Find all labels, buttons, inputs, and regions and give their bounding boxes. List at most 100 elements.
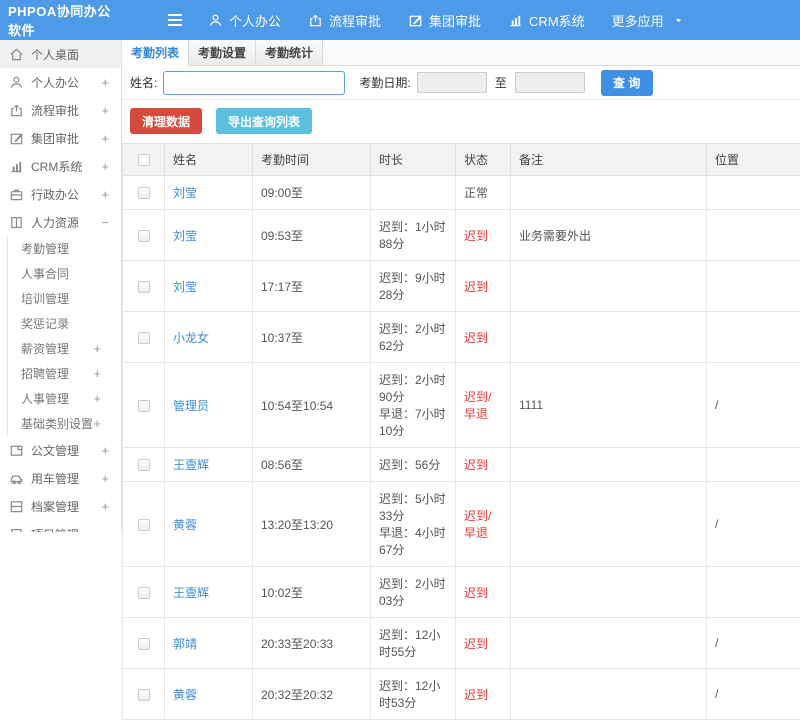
col-header-status: 状态 — [456, 144, 511, 176]
tab-attendance-stats[interactable]: 考勤统计 — [256, 40, 323, 66]
sidebar-item[interactable]: 个人桌面 — [0, 40, 121, 68]
menu-icon[interactable] — [166, 12, 184, 28]
sidebar-item[interactable]: 用车管理+ — [0, 464, 121, 492]
select-all-checkbox[interactable] — [138, 154, 150, 166]
cell-duration: 迟到：5小时33分 早退：4小时67分 — [371, 482, 456, 567]
sidebar-item[interactable]: 考勤管理 — [7, 236, 121, 261]
table-row: 刘莹09:53至迟到：1小时88分迟到业务需要外出 — [123, 210, 800, 261]
cell-status: 迟到 — [456, 261, 511, 312]
expand-plus-icon[interactable]: + — [101, 443, 109, 458]
expand-plus-icon[interactable]: + — [101, 103, 109, 118]
tab-attendance-settings[interactable]: 考勤设置 — [189, 40, 256, 66]
row-checkbox[interactable] — [138, 187, 150, 199]
sidebar-item[interactable]: 档案管理+ — [0, 492, 121, 520]
nav-item[interactable]: 流程审批 — [308, 11, 381, 30]
sidebar-item[interactable]: 个人办公+ — [0, 68, 121, 96]
sidebar-item[interactable]: 集团审批+ — [0, 124, 121, 152]
sidebar-item-label: 公文管理 — [31, 442, 101, 459]
sidebar-item[interactable]: 行政办公+ — [0, 180, 121, 208]
expand-plus-icon[interactable]: + — [101, 527, 109, 533]
row-checkbox[interactable] — [138, 400, 150, 412]
sidebar-item[interactable]: 基础类别设置+ — [7, 411, 121, 436]
expand-plus-icon[interactable]: + — [101, 159, 109, 174]
employee-name-link[interactable]: 小龙女 — [173, 331, 209, 345]
expand-plus-icon[interactable]: + — [101, 471, 109, 486]
user-icon — [208, 13, 223, 28]
cell-status: 迟到 — [456, 448, 511, 482]
cell-location — [707, 261, 800, 312]
clean-data-button[interactable]: 清理数据 — [130, 108, 202, 134]
edit-icon — [408, 13, 423, 28]
cell-duration: 迟到：12小时53分 — [371, 669, 456, 720]
attendance-date-label: 考勤日期: — [359, 74, 410, 91]
employee-name-link[interactable]: 管理员 — [173, 399, 209, 413]
collapse-minus-icon[interactable]: − — [101, 215, 109, 230]
expand-plus-icon[interactable]: + — [101, 75, 109, 90]
row-checkbox[interactable] — [138, 230, 150, 242]
employee-name-link[interactable]: 刘莹 — [173, 186, 197, 200]
employee-name-link[interactable]: 刘莹 — [173, 280, 197, 294]
sidebar-item[interactable]: 招聘管理+ — [7, 361, 121, 386]
sidebar-item[interactable]: 人事合同 — [7, 261, 121, 286]
row-checkbox[interactable] — [138, 332, 150, 344]
col-header-duration: 时长 — [371, 144, 456, 176]
employee-name-link[interactable]: 黄蓉 — [173, 688, 197, 702]
employee-name-link[interactable]: 郭靖 — [173, 637, 197, 651]
row-checkbox[interactable] — [138, 587, 150, 599]
export-list-button[interactable]: 导出查询列表 — [216, 108, 312, 134]
expand-plus-icon[interactable]: + — [93, 391, 101, 406]
cell-name: 刘莹 — [165, 210, 253, 261]
expand-plus-icon[interactable]: + — [93, 416, 101, 431]
car-icon — [9, 471, 24, 486]
expand-plus-icon[interactable]: + — [93, 341, 101, 356]
expand-plus-icon[interactable]: + — [101, 499, 109, 514]
cell-duration — [371, 176, 456, 210]
row-checkbox[interactable] — [138, 281, 150, 293]
sidebar-item[interactable]: 流程审批+ — [0, 96, 121, 124]
cell-duration: 迟到：2小时03分 — [371, 567, 456, 618]
employee-name-link[interactable]: 刘莹 — [173, 229, 197, 243]
sidebar-item-label: 用车管理 — [31, 470, 101, 487]
sidebar-item[interactable]: CRM系统+ — [0, 152, 121, 180]
sidebar-item[interactable]: 人力资源− — [0, 208, 121, 236]
employee-name-link[interactable]: 王壹辉 — [173, 586, 209, 600]
caret-down-icon — [673, 15, 684, 26]
top-nav: 个人办公 流程审批 集团审批 CRM系统 更多应用 — [208, 11, 684, 30]
nav-item[interactable]: 集团审批 — [408, 11, 481, 30]
employee-name-link[interactable]: 黄蓉 — [173, 518, 197, 532]
sidebar-item[interactable]: 奖惩记录 — [7, 311, 121, 336]
nav-item[interactable]: 更多应用 — [612, 11, 684, 30]
nav-item[interactable]: CRM系统 — [508, 11, 585, 30]
name-input[interactable] — [163, 71, 345, 95]
nav-item[interactable]: 个人办公 — [208, 11, 281, 30]
date-from-input[interactable] — [417, 72, 487, 93]
sidebar-item[interactable]: 项目管理+ — [0, 520, 121, 532]
cell-time: 10:02至 — [253, 567, 371, 618]
app-logo[interactable]: PHPOA协同办公软件 — [0, 1, 116, 39]
expand-plus-icon[interactable]: + — [93, 366, 101, 381]
sidebar-item-label: 培训管理 — [21, 290, 101, 307]
archive-icon — [9, 499, 24, 514]
employee-name-link[interactable]: 王壹辉 — [173, 458, 209, 472]
sidebar-item[interactable]: 人事管理+ — [7, 386, 121, 411]
row-checkbox[interactable] — [138, 638, 150, 650]
table-header-row: 姓名 考勤时间 时长 状态 备注 位置 — [123, 144, 800, 176]
date-to-input[interactable] — [515, 72, 585, 93]
row-checkbox[interactable] — [138, 689, 150, 701]
table-row: 黄蓉13:20至13:20迟到：5小时33分 早退：4小时67分迟到/早退/ — [123, 482, 800, 567]
sidebar-item-label: 档案管理 — [31, 498, 101, 515]
cell-location: / — [707, 482, 800, 567]
query-button[interactable]: 查 询 — [601, 70, 653, 96]
expand-plus-icon[interactable]: + — [101, 131, 109, 146]
row-checkbox[interactable] — [138, 519, 150, 531]
sidebar-item[interactable]: 培训管理 — [7, 286, 121, 311]
nav-item-label: CRM系统 — [529, 11, 585, 30]
table-row: 小龙女10:37至迟到：2小时62分迟到 — [123, 312, 800, 363]
tab-attendance-list[interactable]: 考勤列表 — [122, 40, 189, 66]
sidebar-item[interactable]: 公文管理+ — [0, 436, 121, 464]
cell-time: 20:32至20:32 — [253, 669, 371, 720]
expand-plus-icon[interactable]: + — [101, 187, 109, 202]
sidebar-item[interactable]: 薪资管理+ — [7, 336, 121, 361]
book-icon — [9, 215, 24, 230]
row-checkbox[interactable] — [138, 459, 150, 471]
